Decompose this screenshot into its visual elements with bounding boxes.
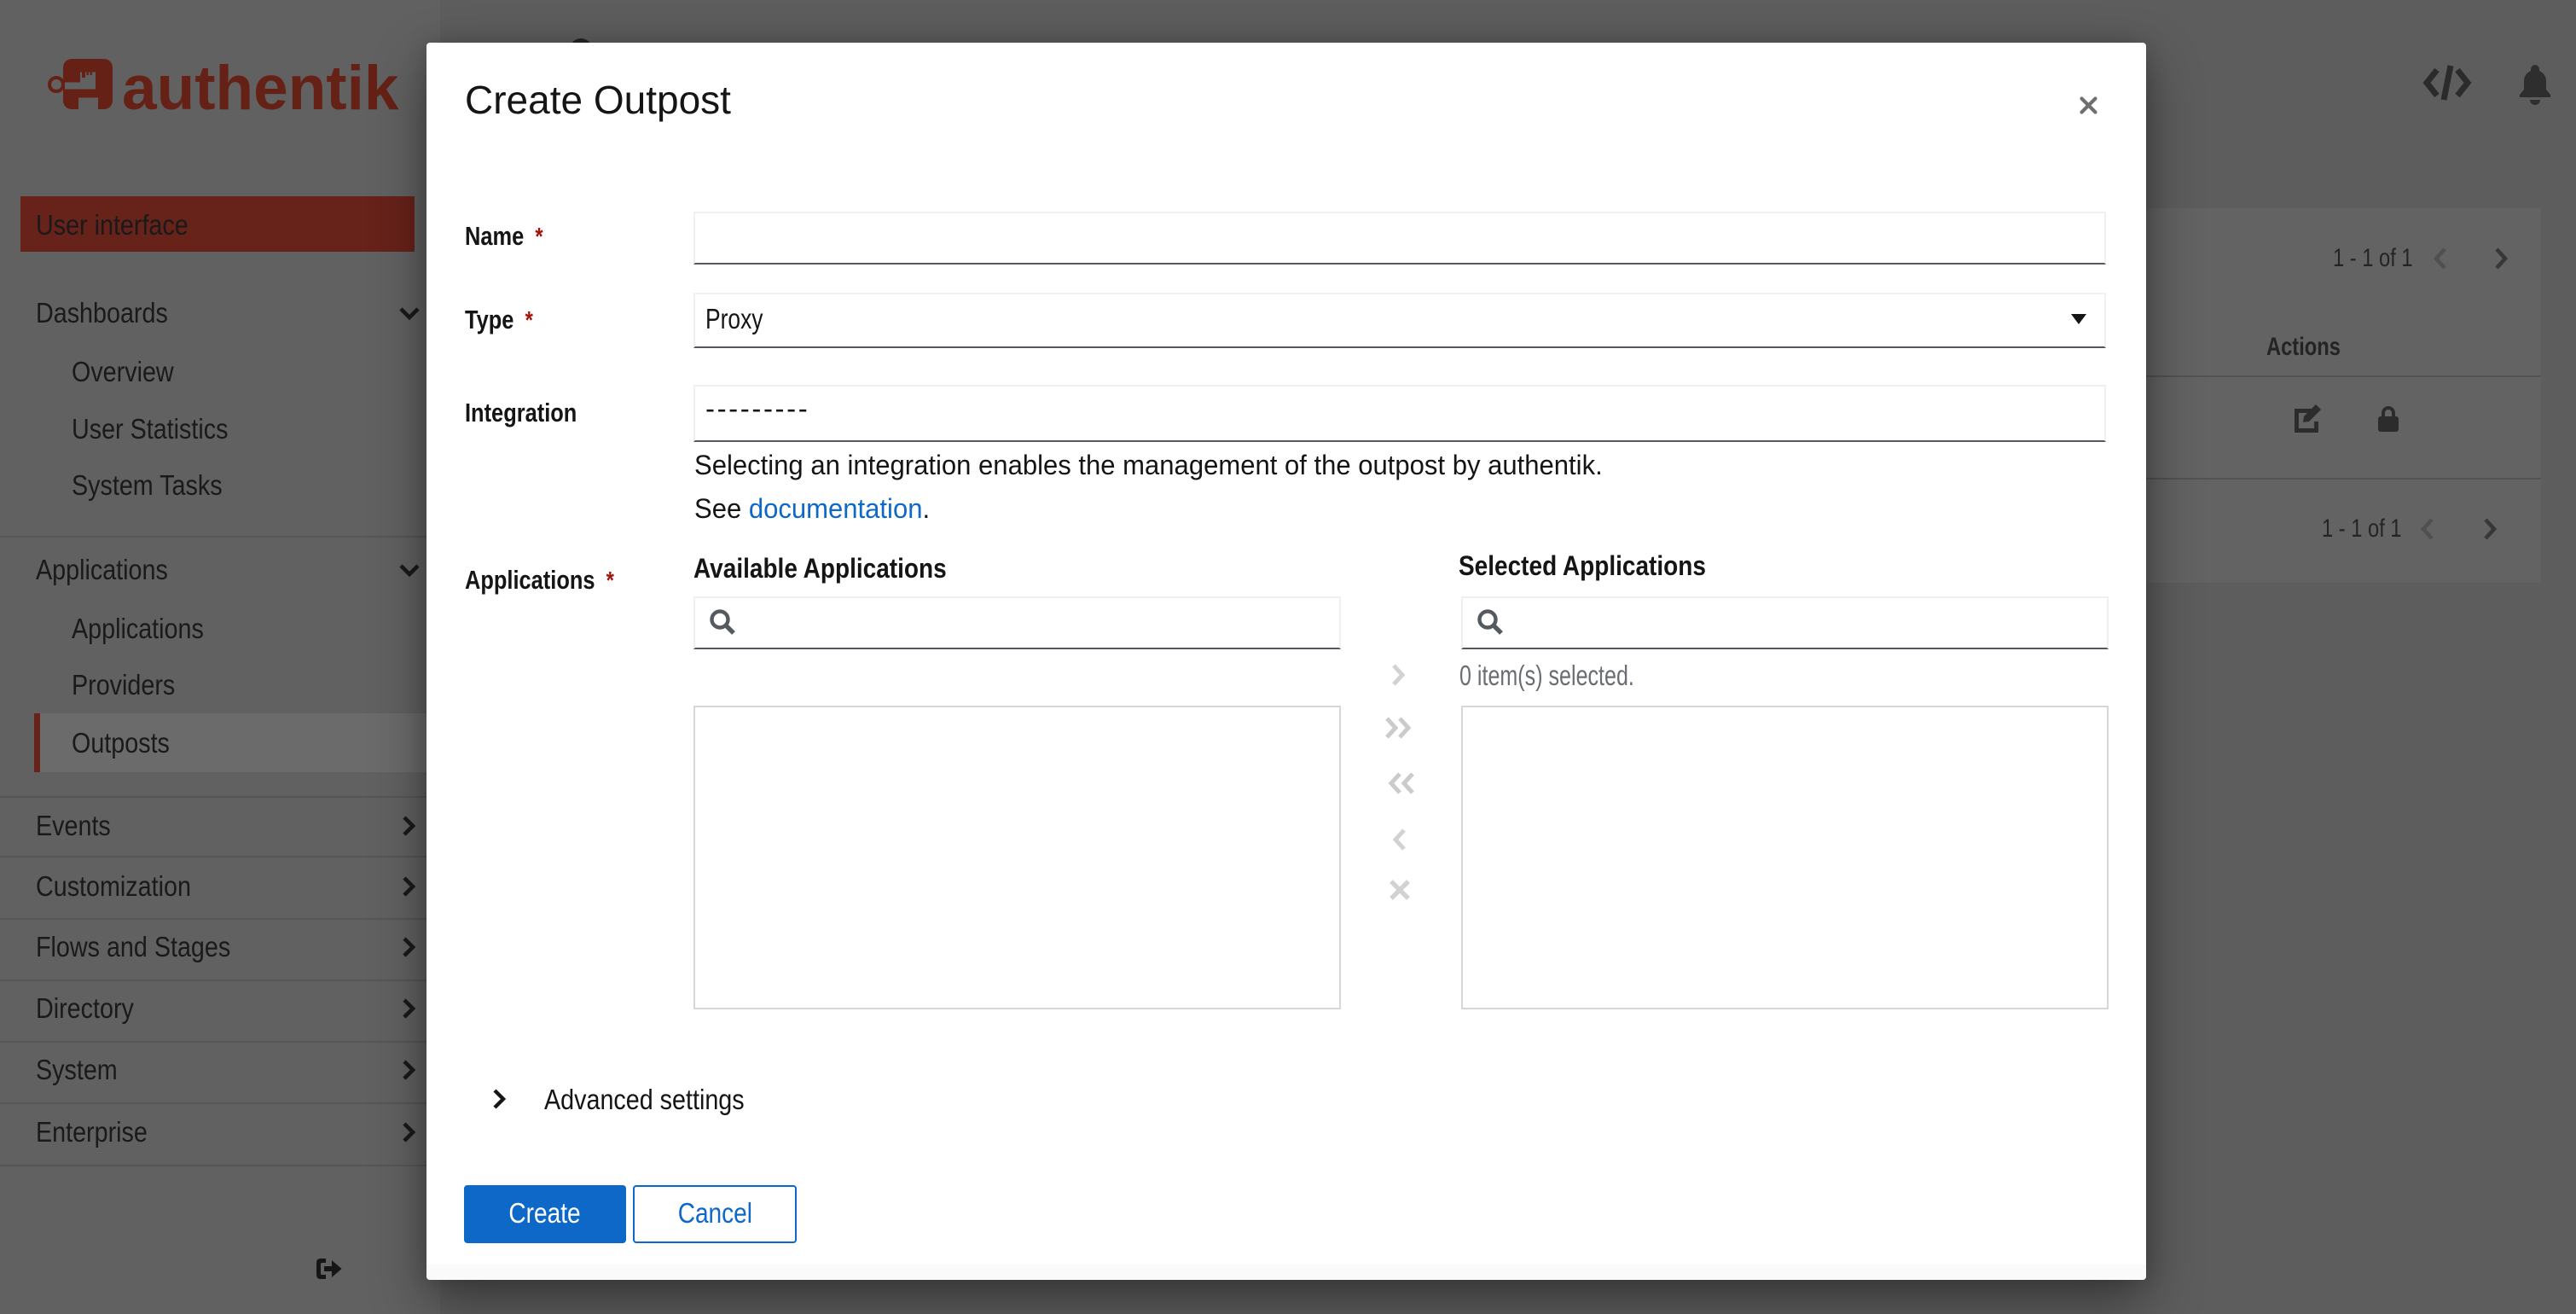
svg-text:authentik: authentik [122, 54, 399, 119]
